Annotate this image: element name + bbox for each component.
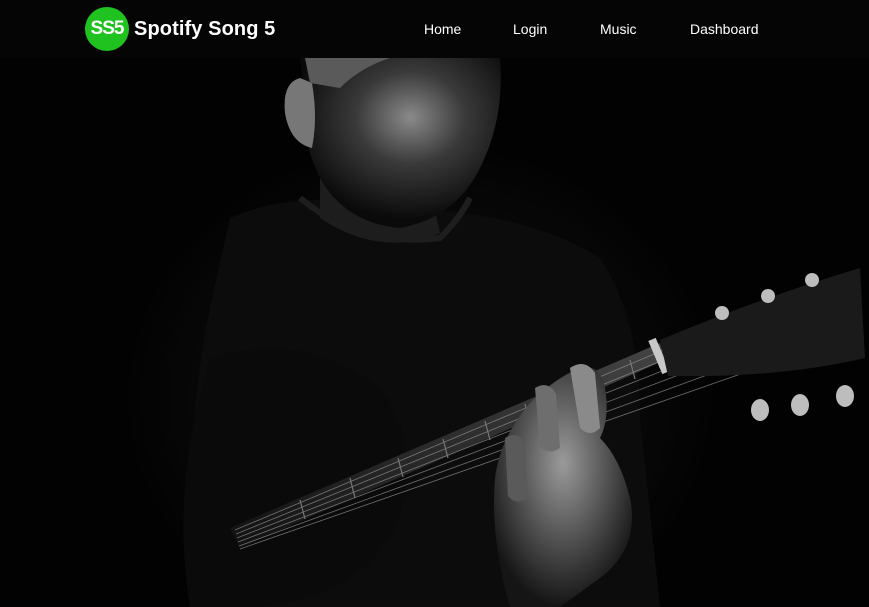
brand-name: Spotify Song 5 xyxy=(134,17,276,40)
logo-icon: SS5 xyxy=(85,7,129,51)
hero-banner xyxy=(0,58,869,607)
nav-login-link[interactable]: Login xyxy=(513,20,547,38)
navbar: SS5 Spotify Song 5 Home Login Music Dash… xyxy=(0,0,869,58)
nav-dashboard-link[interactable]: Dashboard xyxy=(690,20,759,38)
guitarist-image xyxy=(183,58,865,607)
brand-link[interactable]: SS5 Spotify Song 5 xyxy=(85,7,275,51)
nav-home-link[interactable]: Home xyxy=(424,20,461,38)
nav-music-link[interactable]: Music xyxy=(600,20,637,38)
